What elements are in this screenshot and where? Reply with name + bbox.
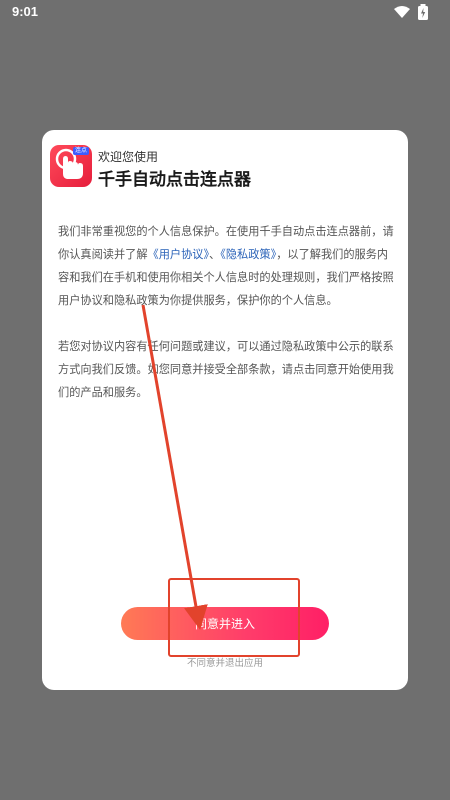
app-badge: 连点 bbox=[72, 147, 89, 155]
link-separator: 、 bbox=[209, 248, 221, 261]
decline-link[interactable]: 不同意并退出应用 bbox=[42, 655, 408, 669]
app-icon: 连点 bbox=[50, 145, 92, 187]
status-icons bbox=[392, 4, 432, 20]
welcome-text: 欢迎您使用 bbox=[98, 150, 159, 164]
privacy-paragraph-1: 我们非常重视您的个人信息保护。在使用千手自动点击连点器前，请你认真阅读并了解《用… bbox=[58, 220, 394, 312]
battery-icon bbox=[418, 4, 428, 20]
status-bar: 9:01 bbox=[0, 0, 450, 24]
app-title: 千手自动点击连点器 bbox=[98, 170, 251, 190]
privacy-paragraph-2: 若您对协议内容有任何问题或建议，可以通过隐私政策中公示的联系方式向我们反馈。如您… bbox=[58, 340, 394, 399]
status-time: 9:01 bbox=[12, 4, 39, 19]
privacy-body: 我们非常重视您的个人信息保护。在使用千手自动点击连点器前，请你认真阅读并了解《用… bbox=[58, 220, 394, 427]
annotation-highlight-box bbox=[168, 578, 300, 657]
privacy-policy-link[interactable]: 《隐私政策》 bbox=[220, 248, 276, 261]
user-agreement-link[interactable]: 《用户协议》 bbox=[148, 248, 210, 261]
